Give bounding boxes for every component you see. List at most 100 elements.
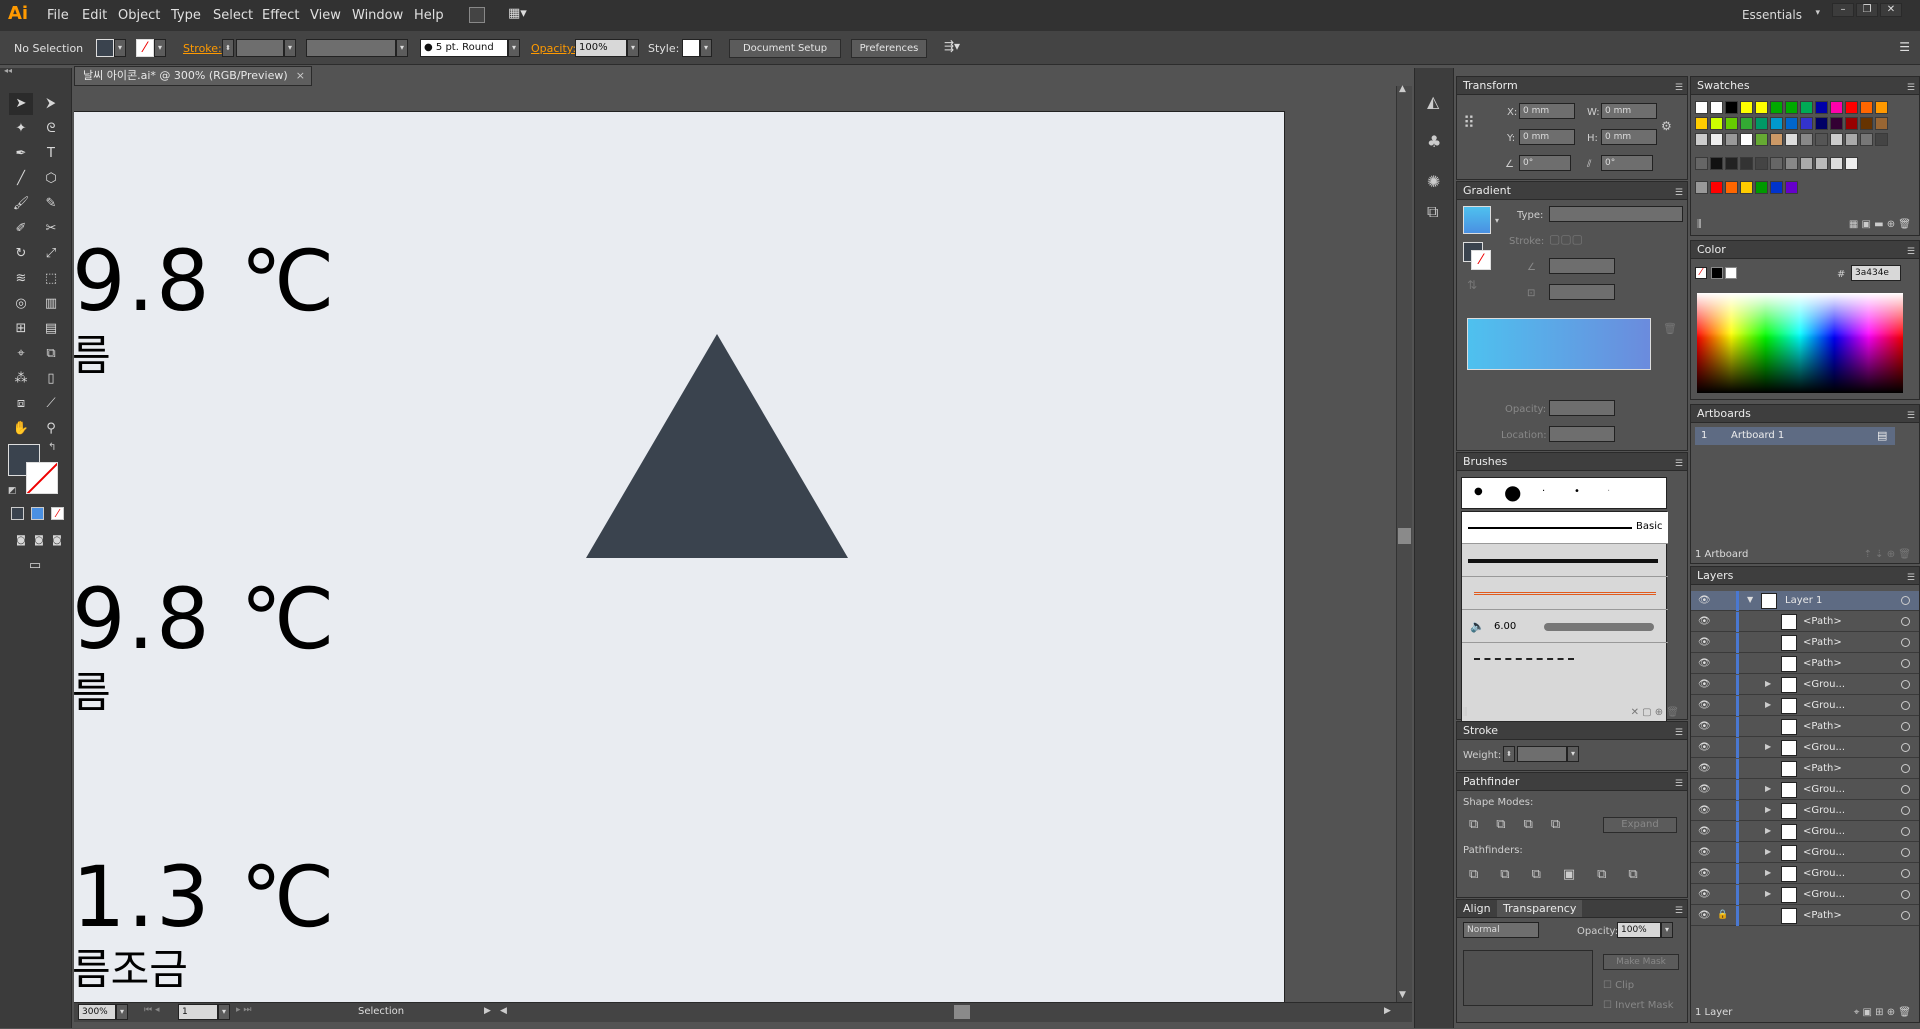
- menu-select[interactable]: Select: [213, 8, 253, 23]
- visibility-eye-icon[interactable]: 👁: [1698, 721, 1711, 732]
- blob-brush-tool-icon[interactable]: ✐: [9, 218, 33, 240]
- gradient-mode-icon[interactable]: [31, 507, 44, 520]
- hand-tool-icon[interactable]: ✋: [9, 418, 33, 440]
- temperature-3[interactable]: 1.3 ℃: [74, 848, 337, 946]
- swatch-cell[interactable]: [1740, 157, 1753, 170]
- blend-mode-dropdown[interactable]: Normal: [1463, 922, 1539, 938]
- vertical-scrollbar[interactable]: ▲ ▼: [1396, 84, 1412, 1002]
- type-tool-icon[interactable]: T: [39, 143, 63, 165]
- menu-edit[interactable]: Edit: [82, 8, 107, 23]
- swatch-cell[interactable]: [1770, 101, 1783, 114]
- layer-item-name[interactable]: <Path>: [1803, 658, 1842, 669]
- swatch-cell[interactable]: [1770, 157, 1783, 170]
- swatch-cell[interactable]: [1800, 117, 1813, 130]
- swatch-cell[interactable]: [1695, 101, 1708, 114]
- brush-charcoal[interactable]: [1462, 545, 1668, 577]
- shape-mode-buttons[interactable]: ⧉⧉⧉⧉: [1469, 817, 1578, 832]
- gradient-slider[interactable]: [1467, 318, 1651, 370]
- panel-menu-icon[interactable]: ☰: [1907, 244, 1915, 261]
- target-circle-icon[interactable]: [1901, 764, 1910, 773]
- last-artboard-icon[interactable]: ▸ ⏭: [236, 1005, 251, 1015]
- swatch-footer-icons[interactable]: ▦ ▣ ▬ ⊕ 🗑: [1849, 219, 1911, 230]
- weather-description-2[interactable]: 름: [74, 659, 111, 720]
- weight-stepper[interactable]: ⬍: [1503, 746, 1515, 762]
- gradient-type-dropdown[interactable]: [1549, 206, 1683, 222]
- graphic-styles-icon[interactable]: ⧉: [1427, 202, 1438, 222]
- layer-item-row[interactable]: 👁 ▶ <Grou...: [1691, 801, 1919, 821]
- swatch-cell[interactable]: [1725, 117, 1738, 130]
- pathfinder-panel-title[interactable]: Pathfinder ☰: [1457, 773, 1687, 791]
- gradient-tool-icon[interactable]: ▤: [39, 318, 63, 340]
- lasso-tool-icon[interactable]: ᘓ: [39, 118, 63, 140]
- delete-stop-icon[interactable]: 🗑: [1663, 322, 1677, 335]
- y-field[interactable]: 0 mm: [1519, 129, 1575, 145]
- panel-menu-icon[interactable]: ☰: [1675, 80, 1683, 97]
- stroke-weight-dropdown[interactable]: ▾: [284, 39, 296, 57]
- canvas[interactable]: 9.8 ℃ 름 9.8 ℃ 름 1.3 ℃ 름조금: [74, 86, 1396, 1002]
- brush-tip-3[interactable]: ·: [1542, 486, 1545, 497]
- layer-item-row[interactable]: 👁 <Path>: [1691, 612, 1919, 632]
- temperature-2[interactable]: 9.8 ℃: [74, 570, 337, 668]
- layer-item-name[interactable]: <Grou...: [1803, 826, 1845, 837]
- swatch-cell[interactable]: [1785, 117, 1798, 130]
- visibility-eye-icon[interactable]: 👁: [1698, 889, 1711, 900]
- perspective-grid-tool-icon[interactable]: ▥: [39, 293, 63, 315]
- brush-dropdown[interactable]: ▾: [508, 39, 520, 57]
- swatch-cell[interactable]: [1755, 157, 1768, 170]
- swatch-cell[interactable]: [1710, 133, 1723, 146]
- expand-triangle-icon[interactable]: ▶: [1765, 826, 1771, 835]
- draw-inside-icon[interactable]: ◙: [45, 530, 69, 552]
- layer-item-row[interactable]: 👁 <Path>: [1691, 717, 1919, 737]
- expand-triangle-icon[interactable]: ▶: [1765, 847, 1771, 856]
- swap-colors-icon[interactable]: ↰: [48, 442, 56, 453]
- visibility-eye-icon[interactable]: 👁: [1698, 616, 1711, 627]
- swatch-cell[interactable]: [1740, 101, 1753, 114]
- symbols-icon[interactable]: ♣: [1427, 132, 1441, 151]
- swatch-cell[interactable]: [1830, 133, 1843, 146]
- swatch-cell[interactable]: [1755, 133, 1768, 146]
- stroke-stepper[interactable]: ⬍: [222, 39, 234, 57]
- layer-item-name[interactable]: <Grou...: [1803, 742, 1845, 753]
- layer-item-name[interactable]: <Path>: [1803, 637, 1842, 648]
- align-tab[interactable]: Align: [1463, 902, 1491, 915]
- stroke-none-swatch[interactable]: ⁄: [136, 39, 154, 57]
- symbol-sprayer-tool-icon[interactable]: ⁂: [9, 368, 33, 390]
- layer-item-name[interactable]: <Path>: [1803, 616, 1842, 627]
- panel-menu-icon[interactable]: ☰: [1899, 40, 1910, 54]
- preferences-button[interactable]: Preferences: [851, 39, 927, 58]
- visibility-eye-icon[interactable]: 👁: [1698, 784, 1711, 795]
- layer-item-row[interactable]: 👁 ▶ <Grou...: [1691, 885, 1919, 905]
- stroke-color-box[interactable]: [26, 462, 58, 494]
- swatch-cell[interactable]: [1785, 101, 1798, 114]
- swatch-cell[interactable]: [1695, 117, 1708, 130]
- clip-checkbox[interactable]: ☐ Clip: [1603, 980, 1634, 991]
- visibility-eye-icon[interactable]: 👁: [1698, 805, 1711, 816]
- layer-item-name[interactable]: <Grou...: [1803, 847, 1845, 858]
- variable-width-field[interactable]: [306, 39, 396, 57]
- brush-tip-1[interactable]: ●: [1474, 486, 1483, 497]
- artboard-tool-icon[interactable]: ⧈: [9, 393, 33, 415]
- appearance-icon[interactable]: ✺: [1427, 172, 1440, 191]
- invert-mask-checkbox[interactable]: ☐ Invert Mask: [1603, 1000, 1673, 1011]
- document-setup-button[interactable]: Document Setup: [729, 39, 841, 58]
- document-tab[interactable]: 날씨 아이콘.ai* @ 300% (RGB/Preview) ×: [74, 66, 312, 86]
- swatches-panel-title[interactable]: Swatches ☰: [1691, 77, 1919, 95]
- layer-item-name[interactable]: <Path>: [1803, 910, 1842, 921]
- variable-width-dropdown[interactable]: ▾: [396, 39, 408, 57]
- x-field[interactable]: 0 mm: [1519, 103, 1575, 119]
- shape-builder-tool-icon[interactable]: ◎: [9, 293, 33, 315]
- selection-tool-icon[interactable]: ➤: [9, 93, 33, 115]
- expand-triangle-icon[interactable]: ▶: [1765, 742, 1771, 751]
- panel-menu-icon[interactable]: ☰: [1907, 570, 1915, 587]
- stroke-weight-field[interactable]: [236, 39, 284, 57]
- layer-item-row[interactable]: 👁 ▶ <Grou...: [1691, 738, 1919, 758]
- color-spectrum[interactable]: [1697, 293, 1903, 393]
- default-colors-icon[interactable]: ◩: [8, 486, 17, 496]
- menu-type[interactable]: Type: [171, 8, 201, 23]
- expand-triangle-icon[interactable]: ▶: [1765, 805, 1771, 814]
- panel-menu-icon[interactable]: ☰: [1675, 456, 1683, 473]
- layer-item-name[interactable]: <Path>: [1803, 721, 1842, 732]
- swatch-cell[interactable]: [1785, 181, 1798, 194]
- layer-item-name[interactable]: <Grou...: [1803, 889, 1845, 900]
- artboard-navigator-icon[interactable]: ◭: [1427, 92, 1439, 111]
